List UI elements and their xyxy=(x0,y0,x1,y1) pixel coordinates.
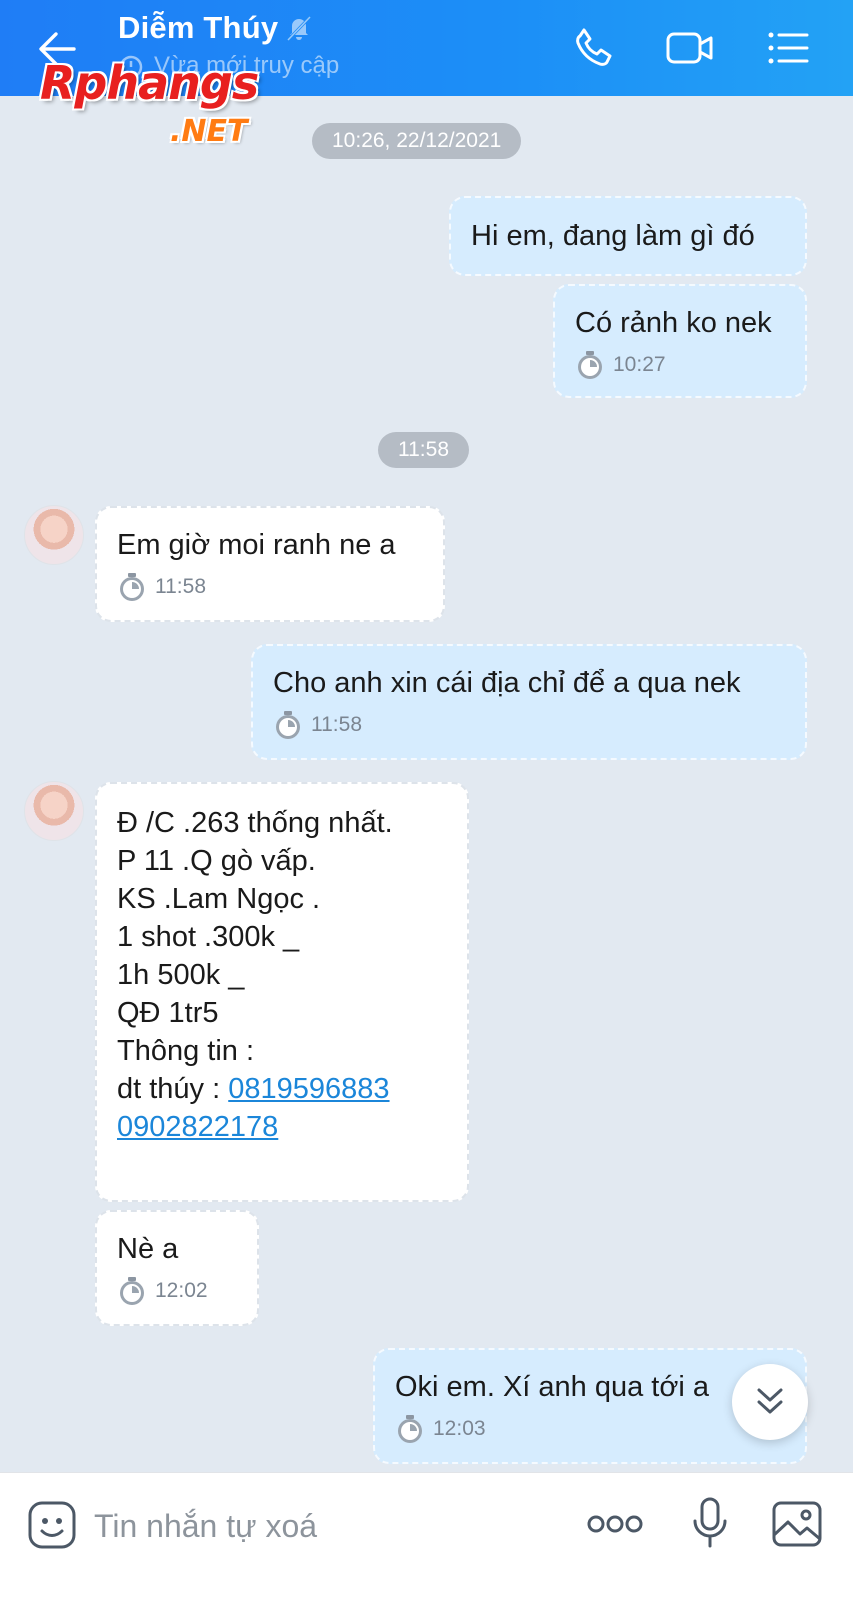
sticker-icon[interactable] xyxy=(26,1499,78,1551)
phone-icon[interactable] xyxy=(568,22,620,74)
contact-name[interactable]: Diễm Thúy xyxy=(118,10,278,46)
contact-avatar[interactable] xyxy=(24,781,84,841)
message-bubble-received[interactable]: Đ /C .263 thống nhất. P 11 .Q gò vấp. KS… xyxy=(95,782,469,1202)
scroll-to-bottom-button[interactable] xyxy=(732,1364,808,1440)
message-text: Hi em, đang làm gì đó xyxy=(471,220,755,252)
phone-link[interactable]: 0819596883 xyxy=(228,1073,389,1105)
message-time: 12:02 xyxy=(155,1279,208,1302)
message-meta: 12:02 xyxy=(117,1276,237,1306)
message-text: Đ /C .263 thống nhất. P 11 .Q gò vấp. KS… xyxy=(117,804,447,1146)
menu-list-icon[interactable] xyxy=(762,22,814,74)
message-composer xyxy=(0,1472,853,1600)
message-time: 12:03 xyxy=(433,1417,486,1440)
microphone-icon[interactable] xyxy=(690,1495,730,1555)
muted-bell-icon xyxy=(286,15,312,42)
image-icon[interactable] xyxy=(770,1497,824,1551)
message-meta: 12:03 xyxy=(395,1414,785,1444)
double-chevron-down-icon xyxy=(757,1388,783,1414)
address-text: Đ /C .263 thống nhất. P 11 .Q gò vấp. KS… xyxy=(117,807,393,1105)
message-text: Có rảnh ko nek xyxy=(575,307,772,339)
message-bubble-sent[interactable]: Cho anh xin cái địa chỉ để a qua nek 11:… xyxy=(251,644,807,760)
message-bubble-sent[interactable]: Có rảnh ko nek 10:27 xyxy=(553,284,807,398)
message-text: Em giờ moi ranh ne a xyxy=(117,529,396,561)
video-call-icon[interactable] xyxy=(664,22,716,74)
message-meta: 10:27 xyxy=(575,350,785,380)
watermark-line2: .NET xyxy=(170,114,248,149)
watermark-logo: Rphangs .NET xyxy=(40,56,300,151)
self-destruct-timer-icon xyxy=(120,573,144,601)
message-bubble-received[interactable]: Nè a 12:02 xyxy=(95,1210,259,1326)
self-destruct-timer-icon xyxy=(120,1277,144,1305)
contact-avatar[interactable] xyxy=(24,505,84,565)
message-time: 11:58 xyxy=(155,575,206,598)
self-destruct-timer-icon xyxy=(398,1415,422,1443)
message-meta: 11:58 xyxy=(273,710,785,740)
time-separator: 11:58 xyxy=(378,432,469,468)
message-bubble-received[interactable]: Em giờ moi ranh ne a 11:58 xyxy=(95,506,445,622)
message-text: Nè a xyxy=(117,1233,179,1265)
phone-link[interactable]: 0902822178 xyxy=(117,1111,278,1143)
message-text: Oki em. Xí anh qua tới a xyxy=(395,1371,710,1403)
date-separator: 10:26, 22/12/2021 xyxy=(312,123,522,159)
watermark-line1: Rphangs xyxy=(40,56,259,110)
message-bubble-sent[interactable]: Hi em, đang làm gì đó xyxy=(449,196,807,276)
message-time: 11:58 xyxy=(311,713,362,736)
message-meta: 11:58 xyxy=(117,572,423,602)
more-options-icon[interactable] xyxy=(584,1509,646,1539)
message-input[interactable] xyxy=(94,1501,554,1551)
message-time: 10:27 xyxy=(613,353,666,376)
self-destruct-timer-icon xyxy=(578,351,602,379)
self-destruct-timer-icon xyxy=(276,711,300,739)
message-text: Cho anh xin cái địa chỉ để a qua nek xyxy=(273,667,741,699)
